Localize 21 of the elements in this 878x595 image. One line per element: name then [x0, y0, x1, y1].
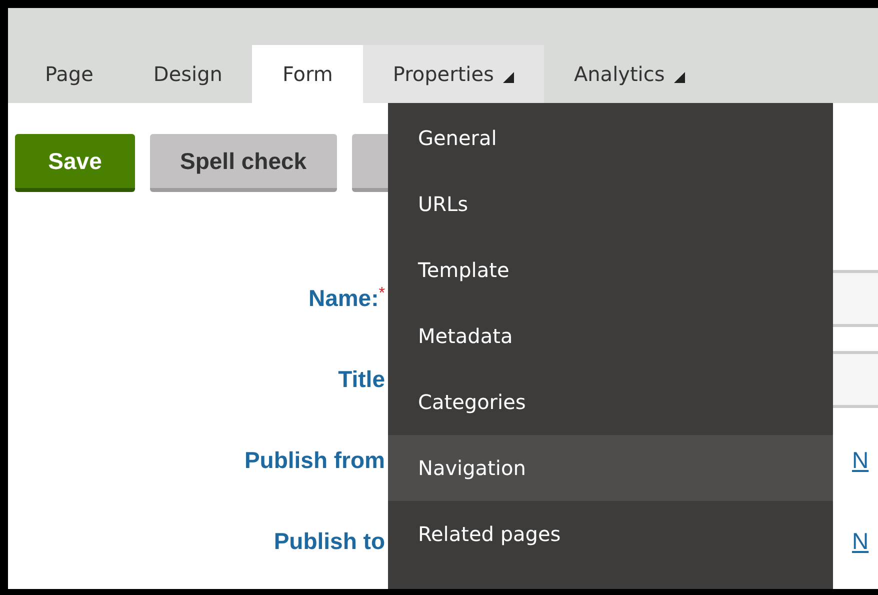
menu-item[interactable]: Navigation	[388, 435, 833, 501]
menu-item[interactable]: General	[388, 105, 833, 171]
tab[interactable]: Properties	[362, 45, 544, 103]
menu-item[interactable]: Metadata	[388, 303, 833, 369]
required-mark: *	[378, 284, 385, 302]
menu-item[interactable]: Categories	[388, 369, 833, 435]
save-button[interactable]: Save	[15, 134, 135, 192]
field-label: Publish from	[244, 446, 385, 474]
menu-item[interactable]: Related pages	[388, 501, 833, 567]
menu-item[interactable]: URLs	[388, 171, 833, 237]
tab[interactable]: Page	[15, 45, 124, 103]
date-link[interactable]: N	[852, 528, 869, 554]
tab[interactable]: Design	[123, 45, 252, 103]
toolbar-button[interactable]: Spell check	[150, 134, 337, 192]
tab[interactable]: Form	[252, 45, 363, 103]
field-label: Title	[338, 366, 385, 392]
field-label: Publish to	[274, 528, 385, 554]
field-label: Name:	[308, 284, 379, 312]
tab[interactable]: Analytics	[544, 45, 715, 103]
menu-item[interactable]: Template	[388, 237, 833, 303]
date-link[interactable]: N	[852, 446, 869, 474]
